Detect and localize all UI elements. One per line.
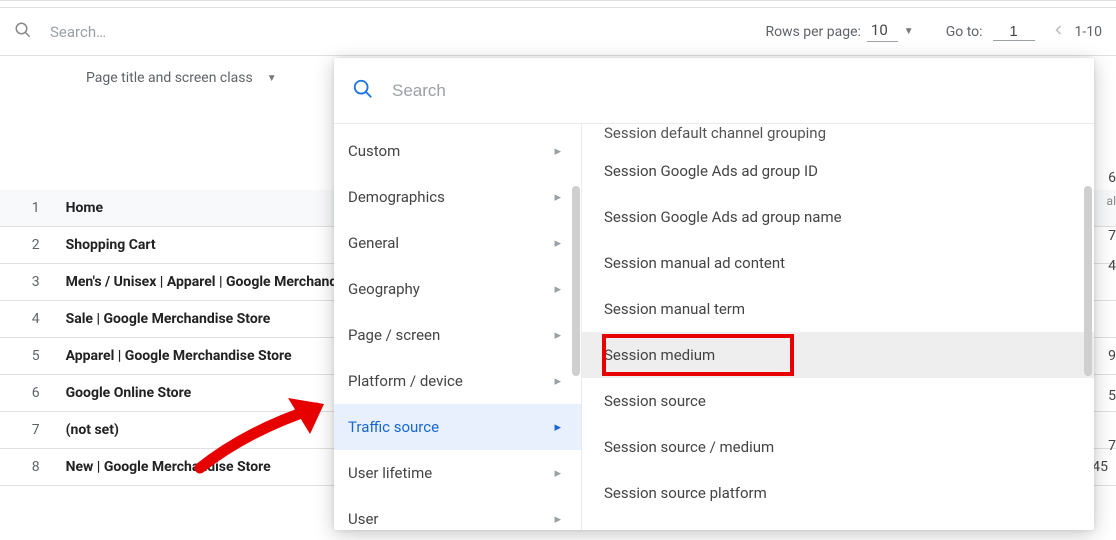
page-range: 1-10 [1075,24,1102,40]
panel-search-icon[interactable] [352,78,374,104]
panel-search-input[interactable] [392,81,1076,101]
peek-val: 9 [1100,348,1116,388]
dimension-label: Page title and screen class [86,70,253,86]
search-icon[interactable] [14,21,32,43]
row-index: 1 [0,190,58,227]
category-label: User [348,510,379,528]
rows-per-page-label: Rows per page: [765,24,860,40]
option-item[interactable]: Session manual ad content [582,240,1094,286]
category-item[interactable]: Traffic source ▸ [334,404,581,450]
chevron-right-icon: ▸ [554,282,561,297]
rows-per-page-caret-icon[interactable]: ▼ [904,26,914,37]
row-index: 4 [0,301,58,338]
row-index: 3 [0,264,58,301]
category-label: Page / screen [348,326,440,344]
category-label: Custom [348,142,400,160]
category-label: Demographics [348,188,445,206]
category-label: Geography [348,280,420,298]
row-index: 2 [0,227,58,264]
peek-val: al [1100,194,1116,218]
option-item[interactable]: Session default channel grouping [582,124,1094,148]
search-input[interactable]: Search… [50,23,106,41]
chevron-right-icon: ▸ [554,236,561,251]
peek-val: 6 [1100,170,1116,194]
peek-val: 7 [1100,438,1116,476]
rows-per-page-value[interactable]: 10 [867,21,898,42]
chevron-right-icon: ▸ [554,466,561,481]
chevron-right-icon: ▸ [554,144,561,159]
row-index: 5 [0,338,58,375]
category-label: Platform / device [348,372,463,390]
row-index: 6 [0,375,58,412]
category-list: Custom▸Demographics▸General▸Geography▸Pa… [334,124,582,530]
scrollbar-thumb[interactable] [572,186,580,376]
category-label: General [348,234,399,252]
option-item[interactable]: Session medium [582,332,1094,378]
chevron-right-icon: ▸ [554,190,561,205]
option-list: Session default channel groupingSession … [582,124,1094,530]
option-item[interactable]: Session Google Ads ad group ID [582,148,1094,194]
category-item[interactable]: Platform / device ▸ [334,358,581,404]
category-item[interactable]: Page / screen ▸ [334,312,581,358]
row-index: 7 [0,412,58,449]
peek-val: 5 [1100,388,1116,438]
option-item[interactable]: Session Google Ads ad group name [582,194,1094,240]
category-item[interactable]: User ▸ [334,496,581,530]
option-item[interactable]: Session source / medium [582,424,1094,470]
toolbar: Search… Rows per page: 10 ▼ Go to: 1-10 [0,8,1116,56]
category-item[interactable]: Demographics ▸ [334,174,581,220]
category-label: User lifetime [348,464,432,482]
peek-val: 7 [1100,218,1116,258]
dimension-caret-icon: ▼ [267,73,277,84]
goto-input[interactable] [993,23,1035,41]
peek-val: 4 [1100,258,1116,298]
category-item[interactable]: General ▸ [334,220,581,266]
goto-label: Go to: [946,24,983,40]
chevron-right-icon: ▸ [554,374,561,389]
scrollbar-thumb[interactable] [1084,186,1092,376]
category-item[interactable]: Geography ▸ [334,266,581,312]
prev-page-icon[interactable] [1053,24,1065,40]
category-item[interactable]: Custom ▸ [334,128,581,174]
chevron-right-icon: ▸ [554,328,561,343]
option-item[interactable]: Session source [582,378,1094,424]
chevron-right-icon: ▸ [554,512,561,527]
row-index: 8 [0,449,58,486]
category-label: Traffic source [348,418,439,436]
dimension-picker-panel: Custom▸Demographics▸General▸Geography▸Pa… [334,58,1094,530]
option-item[interactable]: Session source platform [582,470,1094,516]
chevron-right-icon: ▸ [554,420,561,435]
option-item[interactable]: Session manual term [582,286,1094,332]
category-item[interactable]: User lifetime ▸ [334,450,581,496]
